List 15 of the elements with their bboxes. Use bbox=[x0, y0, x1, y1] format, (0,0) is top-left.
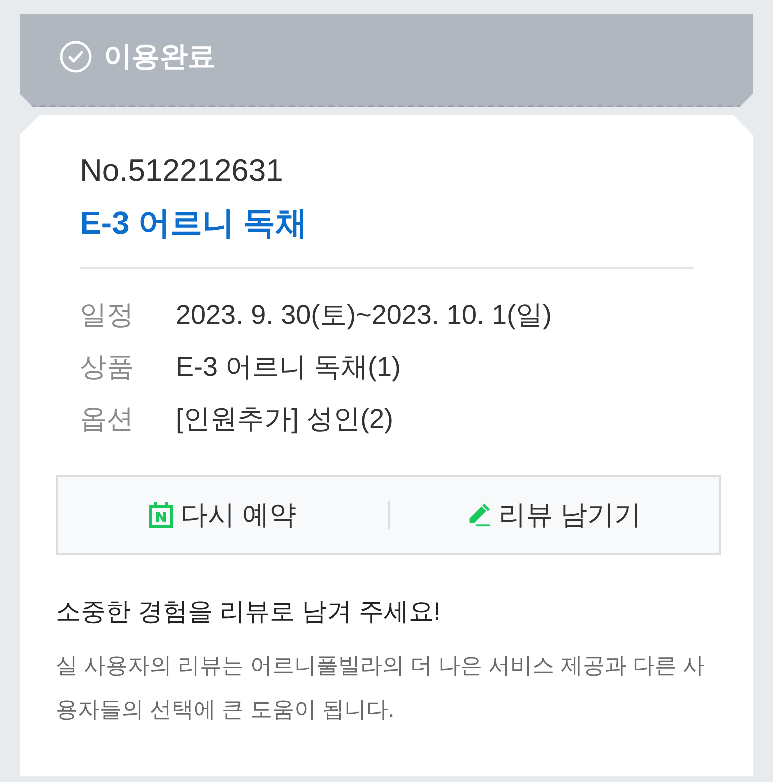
detail-label: 옵션 bbox=[80, 403, 135, 436]
status-label: 이용완료 bbox=[104, 40, 216, 74]
rebook-button[interactable]: 다시 예약 bbox=[58, 477, 388, 553]
calendar-icon bbox=[148, 502, 173, 528]
review-button[interactable]: 리뷰 남기기 bbox=[390, 477, 719, 553]
review-heading: 소중한 경험을 리뷰로 남겨 주세요! bbox=[56, 597, 442, 628]
review-description: 실 사용자의 리뷰는 어르니풀빌라의 더 나은 서비스 제공과 다른 사용자들의 선택에 큰 도움이 됩니다. bbox=[56, 652, 706, 724]
check-circle-icon bbox=[60, 40, 92, 72]
booking-number: No.512212631 bbox=[80, 153, 284, 189]
detail-value: E-3 어르니 독채(1) bbox=[176, 351, 402, 384]
detail-label: 상품 bbox=[80, 351, 135, 384]
booking-title[interactable]: E-3 어르니 독채 bbox=[80, 201, 694, 245]
detail-value: 2023. 9. 30(토)~2023. 10. 1(일) bbox=[176, 299, 552, 332]
detail-label: 일정 bbox=[80, 299, 135, 332]
detail-value: [인원추가] 성인(2) bbox=[176, 403, 394, 436]
